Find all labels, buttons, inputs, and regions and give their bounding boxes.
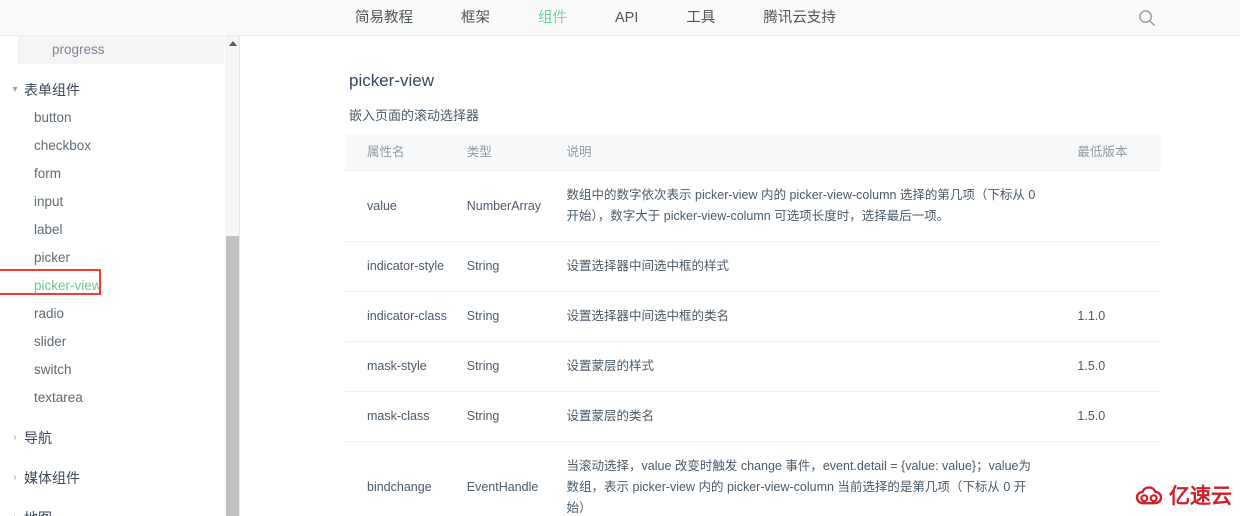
sidebar-group-label: 媒体组件 xyxy=(24,470,80,486)
sidebar-item-input[interactable]: input xyxy=(0,188,224,216)
cell-attribute-name: indicator-style xyxy=(345,241,467,292)
cell-min-version: 1.5.0 xyxy=(1077,341,1161,392)
chevron-right-icon: › xyxy=(13,432,17,443)
sidebar-group-form-components[interactable]: ▾ 表单组件 xyxy=(0,76,224,104)
watermark: 亿速云 xyxy=(1134,484,1232,510)
table-row: indicator-class String 设置选择器中间选中框的类名 1.1… xyxy=(345,291,1161,342)
table-head: 属性名 类型 说明 最低版本 xyxy=(345,134,1161,171)
cell-min-version: 1.1.0 xyxy=(1077,291,1161,342)
sidebar-item-form[interactable]: form xyxy=(0,160,224,188)
sidebar-group-label: 导航 xyxy=(24,430,52,446)
sidebar-item-slider[interactable]: slider xyxy=(0,328,224,356)
sidebar-item-switch[interactable]: switch xyxy=(0,356,224,384)
description-text: 设置蒙层的类名 xyxy=(566,409,655,423)
cell-attribute-name: bindchange xyxy=(345,441,467,516)
description-text: 设置蒙层的样式 xyxy=(566,359,655,373)
page-title: picker-view xyxy=(349,71,435,90)
cell-attribute-name: value xyxy=(345,170,467,242)
chevron-down-icon: ▾ xyxy=(12,84,18,95)
sidebar-group-navigation[interactable]: › 导航 xyxy=(0,424,224,452)
cell-attribute-description: 数组中的数字依次表示 picker-view 内的 picker-view-co… xyxy=(566,170,1078,242)
cell-min-version xyxy=(1077,241,1161,292)
sidebar-item-radio[interactable]: radio xyxy=(0,300,224,328)
table-row: indicator-style String 设置选择器中间选中框的样式 xyxy=(345,241,1161,292)
description-text: 数组中的数字依次表示 picker-view 内的 picker-view-co… xyxy=(566,188,1036,223)
cell-attribute-description: 设置选择器中间选中框的样式 xyxy=(566,241,1078,292)
nav-item-tools[interactable]: 工具 xyxy=(686,9,715,27)
table-row: value NumberArray 数组中的数字依次表示 picker-view… xyxy=(345,170,1161,242)
sidebar-scrollbar-thumb[interactable] xyxy=(226,236,239,516)
attributes-table: 属性名 类型 说明 最低版本 value NumberArray 数组中的数字依… xyxy=(345,134,1161,516)
sidebar-item-button[interactable]: button xyxy=(0,104,224,132)
table-row: bindchange EventHandle 当滚动选择，value 改变时触发… xyxy=(345,441,1161,516)
main-content: picker-view 嵌入页面的滚动选择器 属性名 类型 说明 最低版本 va… xyxy=(241,36,1240,516)
page-root: 简易教程 框架 组件 API 工具 腾讯云支持 progress ▾ 表单组件 … xyxy=(0,0,1240,516)
nav-item-api[interactable]: API xyxy=(615,9,638,27)
table-row: mask-style String 设置蒙层的样式 1.5.0 xyxy=(345,341,1161,392)
column-header-min-version: 最低版本 xyxy=(1077,134,1161,171)
cell-min-version xyxy=(1077,170,1161,242)
nav-item-cloud-support[interactable]: 腾讯云支持 xyxy=(763,9,836,27)
cell-attribute-name: indicator-class xyxy=(345,291,467,342)
watermark-text: 亿速云 xyxy=(1169,485,1232,508)
cell-attribute-type: String xyxy=(466,341,567,392)
sidebar-inner: progress ▾ 表单组件 button checkbox form inp… xyxy=(0,36,224,516)
column-header-type: 类型 xyxy=(466,134,567,171)
cell-attribute-type: String xyxy=(466,241,567,292)
description-text: 设置选择器中间选中框的样式 xyxy=(566,259,730,273)
description-text: 设置选择器中间选中框的类名 xyxy=(566,309,730,323)
sidebar-item-picker-view[interactable]: picker-view xyxy=(0,269,224,300)
cell-attribute-type: EventHandle xyxy=(466,441,567,516)
column-header-description: 说明 xyxy=(566,134,1078,171)
sidebar-group-map[interactable]: › 地图 xyxy=(0,504,224,516)
nav-item-framework[interactable]: 框架 xyxy=(461,9,490,27)
sidebar-item-label[interactable]: label xyxy=(0,216,224,244)
sidebar-item-textarea[interactable]: textarea xyxy=(0,384,224,412)
nav-item-components[interactable]: 组件 xyxy=(538,9,567,27)
cell-attribute-type: NumberArray xyxy=(466,170,567,242)
search-icon[interactable] xyxy=(1136,7,1158,29)
cell-attribute-type: String xyxy=(466,291,567,342)
sidebar-item-checkbox[interactable]: checkbox xyxy=(0,132,224,160)
top-navigation-bar: 简易教程 框架 组件 API 工具 腾讯云支持 xyxy=(0,0,1240,36)
nav-items: 简易教程 框架 组件 API 工具 腾讯云支持 xyxy=(355,9,836,27)
sidebar-group-label: 地图 xyxy=(24,508,52,516)
scroll-up-arrow-icon[interactable] xyxy=(225,36,239,51)
sidebar-list: ▾ 表单组件 button checkbox form input label … xyxy=(0,64,224,516)
cell-attribute-description: 设置选择器中间选中框的类名 xyxy=(566,291,1078,342)
sidebar-item-progress-partial[interactable]: progress xyxy=(18,36,224,64)
sidebar-scrollbar[interactable] xyxy=(225,36,239,516)
table-header-row: 属性名 类型 说明 最低版本 xyxy=(345,134,1161,171)
sidebar-group-label: 表单组件 xyxy=(24,82,80,98)
cell-attribute-description: 当滚动选择，value 改变时触发 change 事件，event.detail… xyxy=(566,441,1078,516)
cell-attribute-description: 设置蒙层的样式 xyxy=(566,341,1078,392)
sidebar-item-label-progress: progress xyxy=(52,42,105,57)
nav-item-tutorial[interactable]: 简易教程 xyxy=(355,9,413,27)
chevron-right-icon: › xyxy=(13,472,17,483)
table-body: value NumberArray 数组中的数字依次表示 picker-view… xyxy=(345,170,1161,516)
cell-attribute-name: mask-style xyxy=(345,341,467,392)
column-header-name: 属性名 xyxy=(345,134,467,171)
page-subtitle: 嵌入页面的滚动选择器 xyxy=(349,108,480,123)
chevron-right-icon: › xyxy=(8,511,22,516)
cell-attribute-name: mask-class xyxy=(345,391,467,442)
sidebar-item-picker[interactable]: picker xyxy=(0,244,224,272)
sidebar-group-media-components[interactable]: › 媒体组件 xyxy=(0,464,224,492)
cloud-logo-icon xyxy=(1135,486,1163,505)
cell-attribute-type: String xyxy=(466,391,567,442)
table-row: mask-class String 设置蒙层的类名 1.5.0 xyxy=(345,391,1161,442)
cell-min-version: 1.5.0 xyxy=(1077,391,1161,442)
description-text: 当滚动选择，value 改变时触发 change 事件，event.detail… xyxy=(566,459,1031,515)
cell-attribute-description: 设置蒙层的类名 xyxy=(566,391,1078,442)
sidebar: progress ▾ 表单组件 button checkbox form inp… xyxy=(0,36,240,516)
